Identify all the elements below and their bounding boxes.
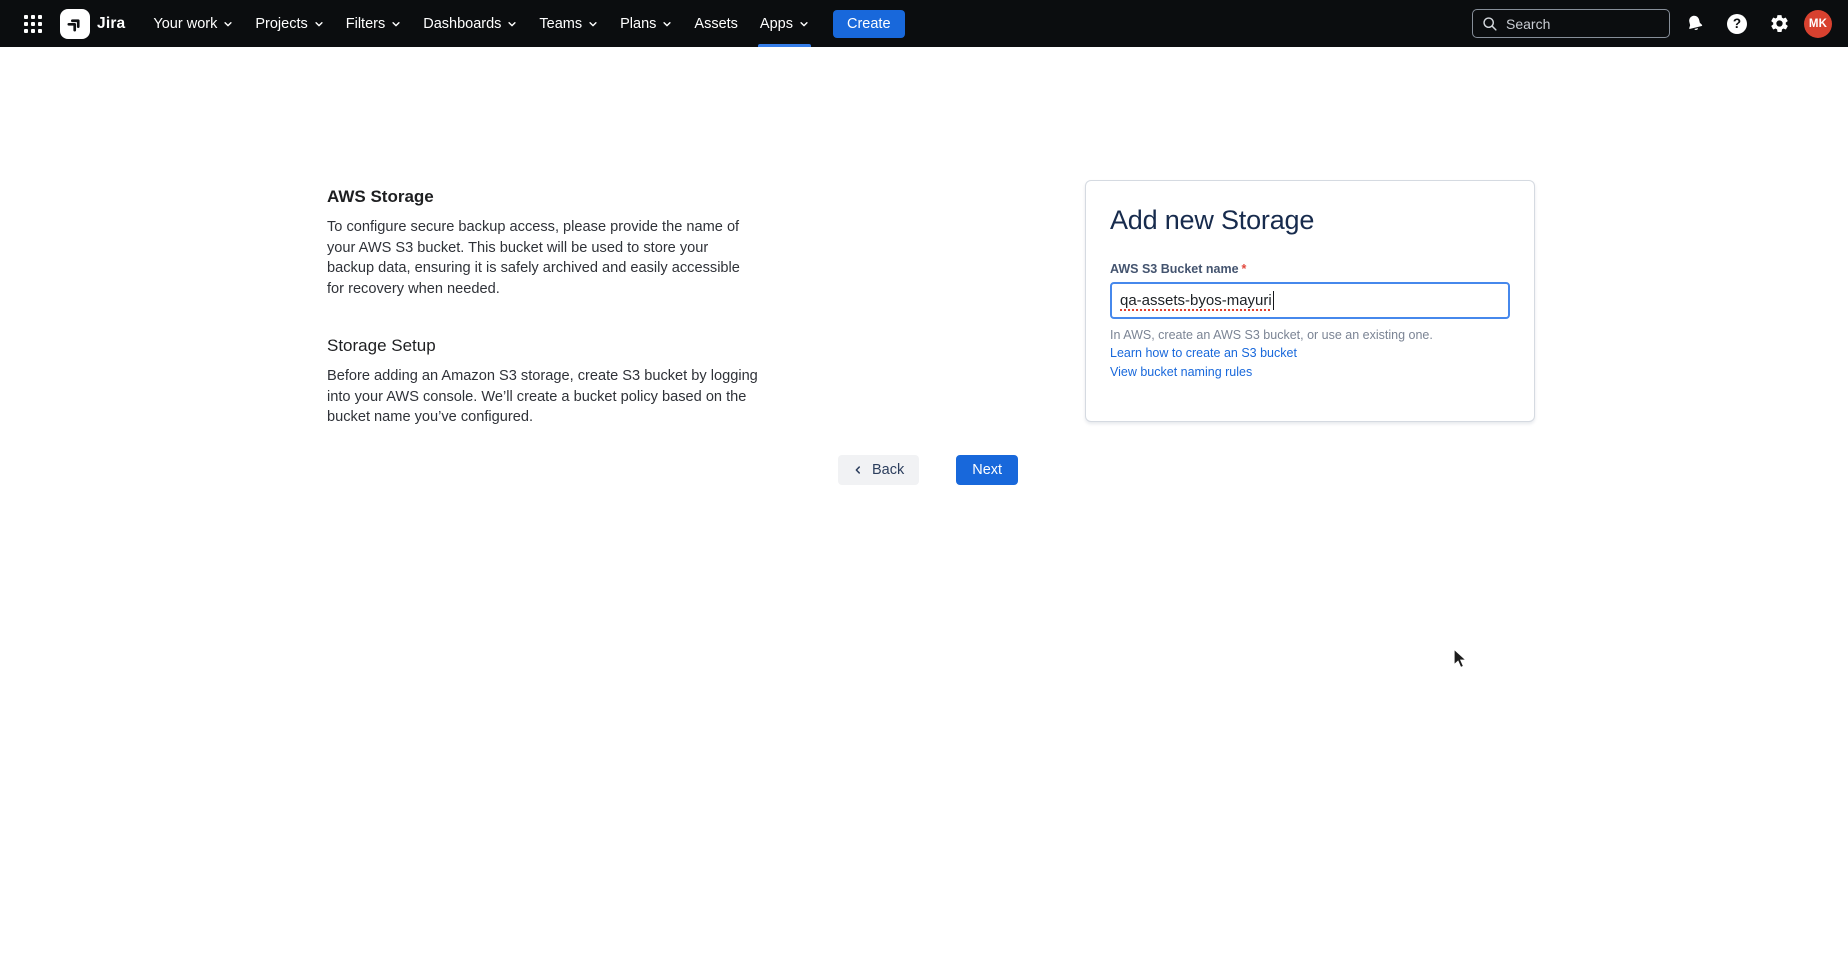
nav-item-apps[interactable]: Apps bbox=[760, 0, 809, 47]
next-button-label: Next bbox=[972, 462, 1002, 478]
nav-item-label: Teams bbox=[539, 16, 582, 32]
nav-item-label: Filters bbox=[346, 16, 385, 32]
help-icon: ? bbox=[1727, 14, 1747, 34]
nav-item-teams[interactable]: Teams bbox=[539, 0, 598, 47]
bucket-name-input[interactable]: qa-assets-byos-mayuri bbox=[1110, 282, 1510, 319]
nav-item-label: Assets bbox=[694, 16, 738, 32]
chevron-down-icon bbox=[223, 19, 233, 29]
nav-item-filters[interactable]: Filters bbox=[346, 0, 401, 47]
section-body-aws-storage: To configure secure backup access, pleas… bbox=[327, 217, 759, 299]
search-icon bbox=[1482, 16, 1498, 32]
search-box[interactable] bbox=[1472, 9, 1670, 38]
chevron-down-icon bbox=[588, 19, 598, 29]
back-button[interactable]: Back bbox=[838, 455, 919, 485]
back-button-label: Back bbox=[872, 462, 904, 478]
wizard-actions: Back Next bbox=[838, 455, 1018, 485]
gear-icon bbox=[1769, 13, 1790, 34]
section-title-aws-storage: AWS Storage bbox=[327, 187, 759, 207]
mouse-cursor bbox=[1452, 648, 1472, 670]
nav-item-dashboards[interactable]: Dashboards bbox=[423, 0, 517, 47]
help-glyph: ? bbox=[1733, 16, 1741, 31]
jira-home-link[interactable]: Jira bbox=[60, 9, 125, 39]
nav-item-label: Your work bbox=[153, 16, 217, 32]
nav-item-label: Apps bbox=[760, 16, 793, 32]
chevron-down-icon bbox=[662, 19, 672, 29]
avatar-initials: MK bbox=[1809, 18, 1827, 30]
nav-left-group: Jira Your work Projects Filters Dashboar… bbox=[16, 0, 905, 47]
chevron-down-icon bbox=[507, 19, 517, 29]
text-caret bbox=[1273, 291, 1275, 310]
nav-item-your-work[interactable]: Your work bbox=[153, 0, 233, 47]
bucket-name-value: qa-assets-byos-mayuri bbox=[1120, 292, 1272, 309]
card-title: Add new Storage bbox=[1110, 205, 1510, 236]
nav-item-plans[interactable]: Plans bbox=[620, 0, 672, 47]
section-body-storage-setup: Before adding an Amazon S3 storage, crea… bbox=[327, 366, 759, 428]
jira-logo-text: Jira bbox=[97, 15, 125, 33]
nav-item-label: Plans bbox=[620, 16, 656, 32]
nav-item-assets[interactable]: Assets bbox=[694, 0, 738, 47]
help-button[interactable]: ? bbox=[1720, 7, 1754, 41]
notifications-button[interactable] bbox=[1678, 7, 1712, 41]
nav-right-group: ? MK bbox=[1472, 7, 1832, 41]
next-button[interactable]: Next bbox=[956, 455, 1018, 485]
info-column: AWS Storage To configure secure backup a… bbox=[327, 187, 759, 428]
main-content: AWS Storage To configure secure backup a… bbox=[0, 47, 1848, 953]
settings-button[interactable] bbox=[1762, 7, 1796, 41]
search-input[interactable] bbox=[1506, 16, 1660, 32]
link-bucket-naming-rules[interactable]: View bucket naming rules bbox=[1110, 364, 1510, 380]
bucket-name-label: AWS S3 Bucket name* bbox=[1110, 262, 1510, 276]
top-navigation: Jira Your work Projects Filters Dashboar… bbox=[0, 0, 1848, 47]
nav-item-label: Projects bbox=[255, 16, 307, 32]
chevron-down-icon bbox=[799, 19, 809, 29]
bucket-helper-text: In AWS, create an AWS S3 bucket, or use … bbox=[1110, 328, 1510, 342]
avatar[interactable]: MK bbox=[1804, 10, 1832, 38]
main-menu: Your work Projects Filters Dashboards Te… bbox=[153, 0, 809, 47]
app-switcher-button[interactable] bbox=[16, 7, 50, 41]
bucket-name-label-text: AWS S3 Bucket name bbox=[1110, 262, 1239, 276]
link-learn-create-bucket[interactable]: Learn how to create an S3 bucket bbox=[1110, 345, 1510, 361]
required-indicator: * bbox=[1242, 262, 1247, 276]
nav-item-label: Dashboards bbox=[423, 16, 501, 32]
chevron-down-icon bbox=[314, 19, 324, 29]
app-grid-icon bbox=[24, 15, 42, 33]
create-button[interactable]: Create bbox=[833, 10, 905, 38]
bell-icon bbox=[1683, 11, 1707, 35]
section-title-storage-setup: Storage Setup bbox=[327, 336, 759, 356]
jira-logo-icon bbox=[60, 9, 90, 39]
chevron-down-icon bbox=[391, 19, 401, 29]
add-storage-card: Add new Storage AWS S3 Bucket name* qa-a… bbox=[1085, 180, 1535, 422]
nav-item-projects[interactable]: Projects bbox=[255, 0, 323, 47]
chevron-left-icon bbox=[853, 464, 863, 476]
